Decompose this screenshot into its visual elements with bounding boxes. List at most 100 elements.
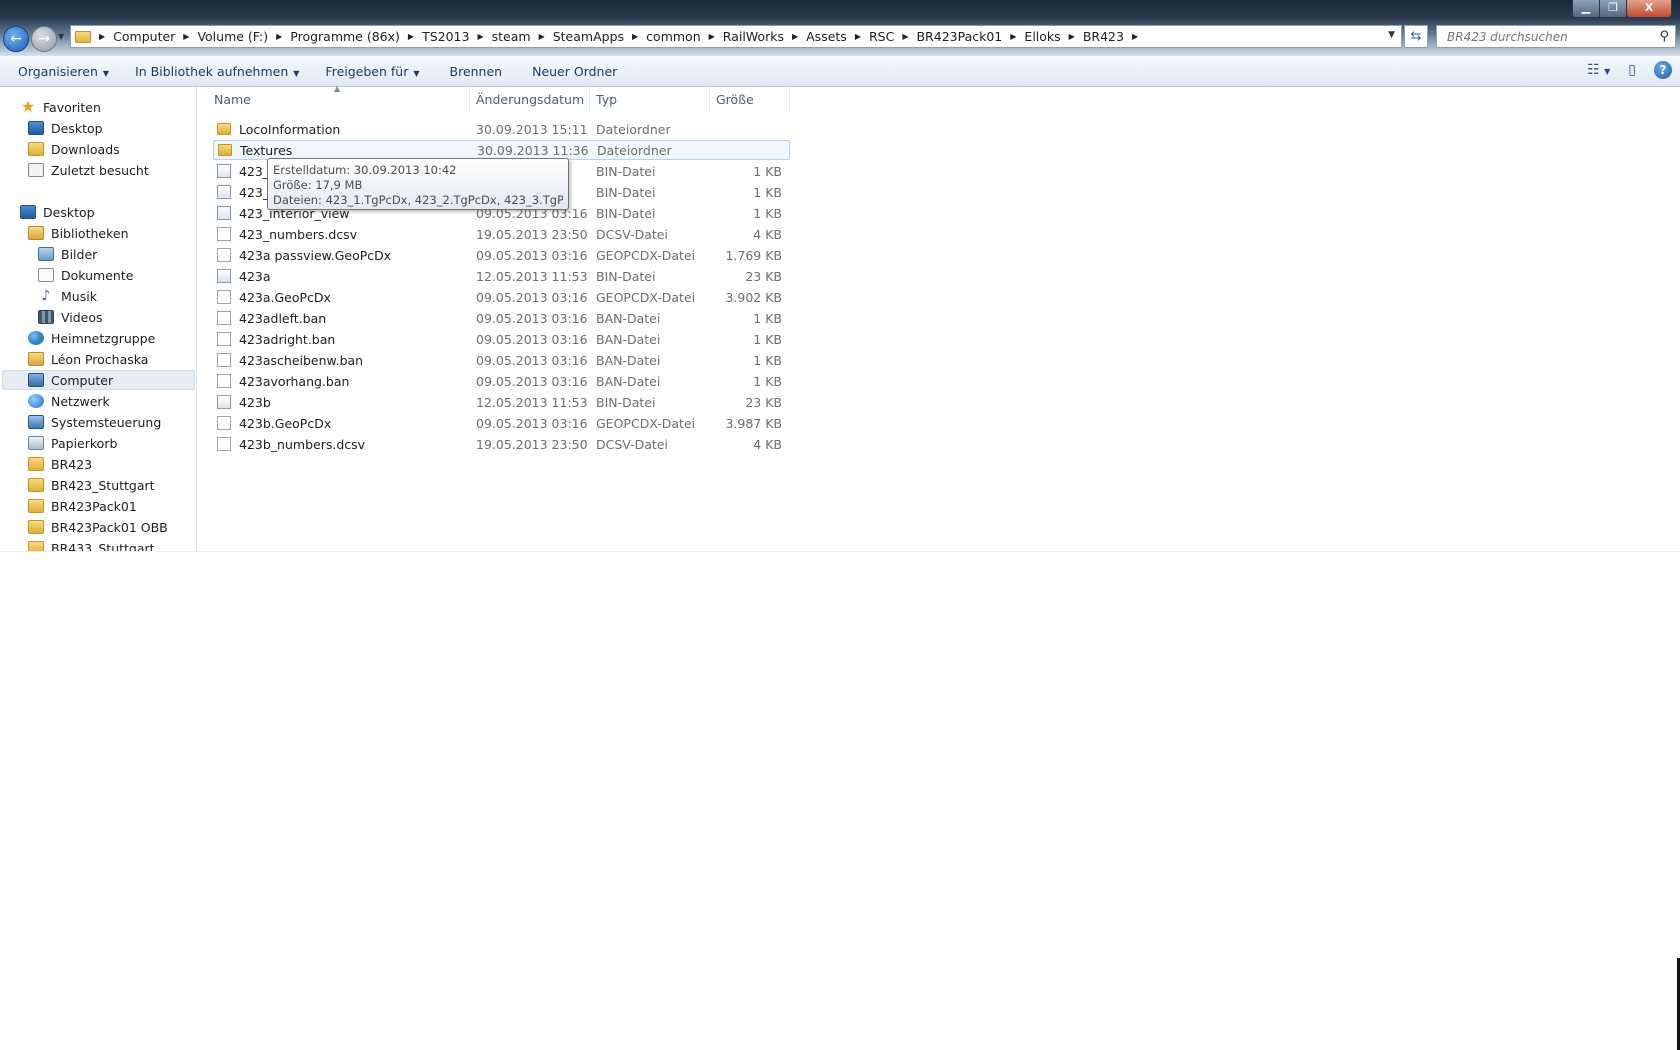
sidebar-item-folder[interactable]: BR423Pack01 OBB <box>28 517 168 537</box>
breadcrumb-item[interactable]: Computer <box>113 29 175 44</box>
sidebar-item-recycle-bin[interactable]: Papierkorb <box>28 433 117 453</box>
sidebar-item-folder[interactable]: BR423_Stuttgart <box>28 475 155 495</box>
file-row[interactable]: LocoInformation 30.09.2013 15:11 Dateiordn… <box>213 119 790 139</box>
sidebar-item-recent[interactable]: Zuletzt besucht <box>28 160 149 180</box>
include-library-button[interactable]: In Bibliothek aufnehmen ▼ <box>125 64 309 79</box>
file-row[interactable]: 423ascheibenw.ban 09.05.2013 03:16 BAN-Dat… <box>213 350 790 370</box>
breadcrumb-item[interactable]: Volume (F:) <box>197 29 268 44</box>
file-name: 423_numbers.dcsv <box>239 226 358 242</box>
address-bar[interactable]: ▶ Computer ▶ Volume (F:) ▶ Programme (86… <box>70 25 1402 48</box>
chevron-right-icon[interactable]: ▶ <box>902 32 908 41</box>
refresh-button[interactable]: ⇆ <box>1404 25 1428 48</box>
sidebar-item-network[interactable]: Netzwerk <box>28 391 110 411</box>
sidebar-item-control-panel[interactable]: Systemsteuerung <box>28 412 161 432</box>
chevron-right-icon[interactable]: ▶ <box>709 32 715 41</box>
sidebar-item-desktop[interactable]: Desktop <box>20 202 95 222</box>
sidebar-item-favorites[interactable]: ★ Favoriten <box>20 97 101 117</box>
breadcrumb-item[interactable]: Assets <box>806 29 847 44</box>
column-header-size[interactable]: Größe <box>710 87 790 113</box>
file-row[interactable]: 423adright.ban 09.05.2013 03:16 BAN-Datei 1… <box>213 329 790 349</box>
column-header-name[interactable]: Name <box>208 87 470 113</box>
minimize-button[interactable]: ▁ <box>1572 0 1600 18</box>
breadcrumb-item[interactable]: SteamApps <box>553 29 624 44</box>
sidebar-item-user[interactable]: Léon Prochaska <box>28 349 148 369</box>
file-date: 09.05.2013 03:16 <box>476 352 588 368</box>
breadcrumb-item[interactable]: Programme (86x) <box>290 29 400 44</box>
column-header-date[interactable]: Änderungsdatum <box>470 87 590 113</box>
sidebar-item-libraries[interactable]: Bibliotheken <box>28 223 129 243</box>
back-button[interactable]: ← <box>3 26 29 52</box>
file-row[interactable]: 423b.GeoPcDx 09.05.2013 03:16 GEOPCDX-Date… <box>213 413 790 433</box>
file-row[interactable]: 423a passview.GeoPcDx 09.05.2013 03:16 GEO… <box>213 245 790 265</box>
chevron-right-icon[interactable]: ▶ <box>99 32 105 41</box>
chevron-right-icon[interactable]: ▶ <box>477 32 483 41</box>
user-folder-icon <box>28 352 44 366</box>
file-row[interactable]: 423b_numbers.dcsv 19.05.2013 23:50 DCSV-Da… <box>213 434 790 454</box>
sidebar-item-downloads[interactable]: Downloads <box>28 139 120 159</box>
file-row[interactable]: 423a 12.05.2013 11:53 BIN-Datei 23 KB <box>213 266 790 286</box>
share-with-button[interactable]: Freigeben für ▼ <box>315 64 429 79</box>
folder-icon <box>218 144 232 156</box>
view-options-icon[interactable]: ☷ ▼ <box>1587 62 1610 78</box>
sidebar-item-folder[interactable]: BR433_Stuttgart <box>28 538 155 551</box>
sidebar-item-folder[interactable]: BR423 <box>28 454 92 474</box>
tooltip-size: Größe: 17,9 MB <box>273 178 363 192</box>
chevron-right-icon[interactable]: ▶ <box>855 32 861 41</box>
search-input[interactable] <box>1445 28 1660 45</box>
sidebar-item-homegroup[interactable]: Heimnetzgruppe <box>28 328 155 348</box>
file-row[interactable]: 423b 12.05.2013 11:53 BIN-Datei 23 KB <box>213 392 790 412</box>
search-box[interactable]: ⚲ <box>1436 25 1676 48</box>
breadcrumb-item[interactable]: RSC <box>869 29 894 44</box>
file-row[interactable]: 423_numbers.dcsv 19.05.2013 23:50 DCSV-Dat… <box>213 224 790 244</box>
file-row[interactable]: 423a.GeoPcDx 09.05.2013 03:16 GEOPCDX-Date… <box>213 287 790 307</box>
search-icon[interactable]: ⚲ <box>1659 29 1669 44</box>
sidebar-item-documents[interactable]: Dokumente <box>38 265 133 285</box>
sidebar-item-computer[interactable]: Computer <box>2 370 195 390</box>
chevron-right-icon[interactable]: ▶ <box>792 32 798 41</box>
breadcrumb-item[interactable]: TS2013 <box>422 29 469 44</box>
address-history-dropdown[interactable]: ▼ <box>1388 30 1395 40</box>
chevron-right-icon[interactable]: ▶ <box>539 32 545 41</box>
organize-button[interactable]: Organisieren ▼ <box>8 64 119 79</box>
file-row[interactable]: 423avorhang.ban 09.05.2013 03:16 BAN-Datei… <box>213 371 790 391</box>
chevron-right-icon[interactable]: ▶ <box>408 32 414 41</box>
preview-pane-icon[interactable]: ▯ <box>1628 62 1636 78</box>
navigation-pane[interactable]: ★ Favoriten Desktop Downloads Zuletzt bes… <box>0 87 197 551</box>
breadcrumb-item[interactable]: Elloks <box>1024 29 1060 44</box>
sidebar-item-label: Heimnetzgruppe <box>51 330 156 346</box>
breadcrumb-item[interactable]: BR423Pack01 <box>916 29 1002 44</box>
file-name: 423b <box>239 394 271 410</box>
close-button[interactable]: X <box>1626 0 1672 18</box>
chevron-right-icon[interactable]: ▶ <box>183 32 189 41</box>
folder-icon <box>28 499 44 513</box>
sidebar-item-music[interactable]: ♪ Musik <box>38 286 97 306</box>
sidebar-item-label: Papierkorb <box>51 435 118 451</box>
chevron-right-icon[interactable]: ▶ <box>1069 32 1075 41</box>
breadcrumb-item[interactable]: steam <box>492 29 531 44</box>
sidebar-item-folder[interactable]: BR423Pack01 <box>28 496 137 516</box>
new-folder-button[interactable]: Neuer Ordner <box>522 64 627 79</box>
recent-pages-dropdown[interactable]: ▼ <box>58 32 64 41</box>
burn-button[interactable]: Brennen <box>440 64 513 79</box>
file-type: Dateiordner <box>597 142 672 158</box>
breadcrumb-item[interactable]: BR423 <box>1083 29 1124 44</box>
maximize-button[interactable]: ❐ <box>1599 0 1627 18</box>
chevron-right-icon[interactable]: ▶ <box>1010 32 1016 41</box>
sidebar-item-label: Musik <box>61 288 97 304</box>
file-row[interactable]: Textures 30.09.2013 11:36 Dateiordner <box>213 140 790 160</box>
forward-button[interactable]: → <box>31 26 57 52</box>
breadcrumb-item[interactable]: common <box>646 29 700 44</box>
view-controls: ☷ ▼ ▯ ? <box>1587 61 1672 79</box>
sidebar-item-videos[interactable]: Videos <box>38 307 103 327</box>
column-header-type[interactable]: Typ <box>590 87 710 113</box>
file-list[interactable]: ▲ Name Änderungsdatum Typ Größe LocoInfo… <box>198 84 1680 551</box>
chevron-right-icon[interactable]: ▶ <box>1132 32 1138 41</box>
sidebar-item-pictures[interactable]: Bilder <box>38 244 97 264</box>
breadcrumb-item[interactable]: RailWorks <box>723 29 784 44</box>
sidebar-item-desktop-favorite[interactable]: Desktop <box>28 118 103 138</box>
chevron-right-icon[interactable]: ▶ <box>276 32 282 41</box>
help-icon[interactable]: ? <box>1654 61 1672 79</box>
file-icon <box>217 353 231 367</box>
chevron-right-icon[interactable]: ▶ <box>632 32 638 41</box>
file-row[interactable]: 423adleft.ban 09.05.2013 03:16 BAN-Datei 1 … <box>213 308 790 328</box>
